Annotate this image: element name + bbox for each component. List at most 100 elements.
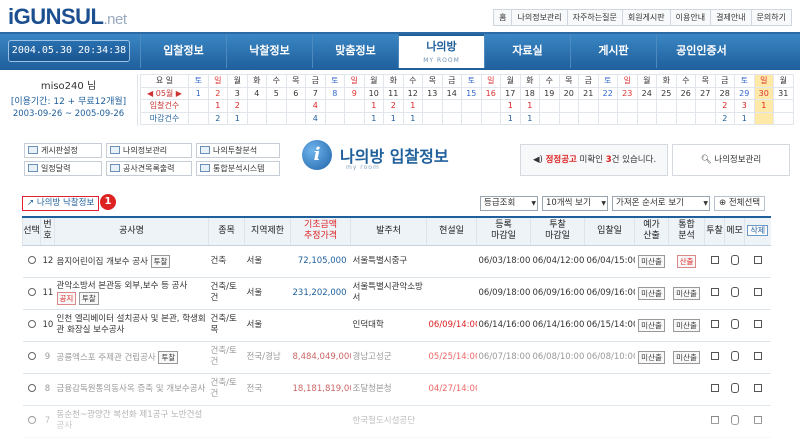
calendar-day[interactable]: 31 [773,86,794,100]
calendar-day[interactable]: 28 [714,86,735,100]
top-link-myinfo[interactable]: 나의정보관리 [511,9,568,26]
bid-checkbox[interactable] [710,352,719,360]
calendar-day[interactable]: 26 [675,86,696,100]
correction-notice[interactable]: ◀) 정정공고 미확인 3건 있습니다. [520,144,668,176]
calendar-day[interactable]: 20 [558,86,579,100]
column-header[interactable]: 삭제 [744,216,771,246]
bid-tag[interactable]: 투찰 [158,350,179,364]
table-row[interactable]: 12 음지어린이집 개보수 공사 투찰 건축 서울 72,105,000 서울특별시중구 0… [22,245,771,278]
calendar-day[interactable]: 25 [656,86,677,100]
delete-checkbox[interactable] [753,416,762,424]
tool-bid-analysis[interactable]: 나의투찰분석 [196,143,280,158]
calendar-day[interactable]: 14 [441,86,462,100]
memo-icon[interactable] [730,351,739,362]
grade-select[interactable]: 등급조회 [480,196,538,211]
analysis-button[interactable]: 산출 [676,254,697,268]
project-name[interactable]: 관악소방서 본관동 외부,보수 등 공사 [57,281,188,291]
calendar-day[interactable]: 7 [305,86,326,100]
calendar-day[interactable]: 4 [246,86,267,100]
row-radio[interactable] [27,320,36,328]
calendar-day[interactable]: 18 [519,86,540,100]
nav-item-custom-info[interactable]: 맞춤정보 [312,34,398,68]
row-radio[interactable] [27,288,36,296]
tool-integrated-analysis[interactable]: 통합분석시스템 [196,161,280,176]
nav-item-certificate[interactable]: 공인인증서 [656,34,746,68]
calendar-day[interactable]: 16 [480,86,501,100]
order-select[interactable]: 가져온 순서로 보기 [612,196,710,211]
table-row[interactable]: 7 동순천~광양간 복선화 제1공구 노반건설공사 한국철도시설공단 [22,405,771,438]
project-name[interactable]: 동순천~광양간 복선화 제1공구 노반건설공사 [57,410,203,431]
calendar-day[interactable]: 3 [227,86,248,100]
estimate-button[interactable]: 미산출 [638,350,665,364]
project-name[interactable]: 금융감독원통의동사옥 증축 및 개보수공사 [57,384,206,394]
estimate-button[interactable]: 미산출 [638,254,665,268]
row-radio[interactable] [27,416,36,424]
row-radio[interactable] [27,352,36,360]
bid-tag[interactable]: 투찰 [79,292,99,305]
delete-checkbox[interactable] [753,320,762,328]
tool-my-info[interactable]: 나의정보관리 [106,143,192,158]
project-name[interactable]: 음지어린이집 개보수 공사 [57,257,148,267]
bid-checkbox[interactable] [710,320,719,328]
top-link-faq[interactable]: 자주하는질문 [566,9,623,26]
project-name[interactable]: 인천 엘리베이터 설치공사 및 본관, 학생회관 화장실 보수공사 [57,314,206,335]
tool-board-settings[interactable]: 게시판설정 [24,143,102,158]
delete-checkbox[interactable] [753,384,762,392]
memo-icon[interactable] [730,319,739,330]
my-info-button[interactable]: 🔍︎ 나의정보관리 [672,144,790,176]
top-link-home[interactable]: 홈 [493,9,513,26]
calendar-day[interactable]: 2 [207,86,228,100]
analysis-button[interactable]: 미산출 [673,318,700,332]
memo-icon[interactable] [730,383,739,394]
table-row[interactable]: 11 관악소방서 본관동 외부,보수 등 공사 공지 투찰 건축/토건 서울 231,2… [22,277,771,310]
table-row[interactable]: 10 인천 엘리베이터 설치공사 및 본관, 학생회관 화장실 보수공사 건축/토목… [22,309,771,342]
bid-tag[interactable]: 투찰 [150,254,171,268]
delete-checkbox[interactable] [753,288,762,296]
page-size-select[interactable]: 10개씩 보기 [542,196,608,211]
row-radio[interactable] [27,384,36,392]
bid-checkbox[interactable] [710,384,719,392]
calendar-day[interactable]: 23 [617,86,638,100]
estimate-button[interactable]: 미산출 [638,286,665,300]
calendar-day[interactable]: 21 [578,86,599,100]
calendar-day[interactable]: 22 [597,86,618,100]
delete-checkbox[interactable] [753,352,762,360]
select-all-button[interactable]: ⊕ 전체선택 [714,196,766,211]
table-row[interactable]: 8 금융감독원통의동사옥 증축 및 개보수공사 건축/토건 전국 18,181,819,… [22,373,771,406]
calendar-day[interactable]: 19 [539,86,560,100]
calendar-day[interactable]: 1 [188,86,209,100]
delete-button[interactable]: 삭제 [747,225,769,237]
analysis-button[interactable]: 미산출 [673,286,700,300]
top-link-guide[interactable]: 이용안내 [669,9,712,26]
tool-print-list[interactable]: 공사견목록출력 [106,161,192,176]
top-link-contact[interactable]: 문의하기 [750,9,792,26]
calendar-day[interactable]: 13 [422,86,443,100]
calendar-day[interactable]: 8 [324,86,345,100]
bid-checkbox[interactable] [710,256,719,264]
calendar-day[interactable]: 10 [363,86,384,100]
calendar-day[interactable]: 30 [753,86,774,100]
memo-icon[interactable] [730,255,739,266]
table-row[interactable]: 9 공룡엑스포 주제관 건립공사 투찰 건축/토건 전국/경남 8,484,049,00… [22,341,771,374]
calendar-month-nav[interactable]: ◀ 05월 ▶ [140,86,189,100]
tool-calendar[interactable]: 일정달력 [24,161,102,176]
nav-item-board[interactable]: 게시판 [570,34,656,68]
bid-checkbox[interactable] [710,416,719,424]
nav-item-bid-info[interactable]: 입찰정보 [140,34,226,68]
my-award-link[interactable]: ↗ 나의방 낙찰정보 [22,196,100,211]
bid-checkbox[interactable] [710,288,719,296]
top-link-board[interactable]: 회원게시판 [621,9,671,26]
delete-checkbox[interactable] [753,256,762,264]
nav-item-library[interactable]: 자료실 [484,34,570,68]
estimate-button[interactable]: 미산출 [638,318,665,332]
row-radio[interactable] [27,256,36,264]
calendar-day[interactable]: 11 [383,86,404,100]
project-name[interactable]: 공룡엑스포 주제관 건립공사 [57,353,156,363]
calendar-day[interactable]: 5 [266,86,287,100]
calendar-day[interactable]: 12 [402,86,423,100]
top-link-payment[interactable]: 결제안내 [710,9,752,26]
calendar-day[interactable]: 29 [734,86,755,100]
notice-tag[interactable]: 공지 [56,292,77,305]
calendar-day[interactable]: 27 [695,86,716,100]
calendar-day[interactable]: 24 [636,86,657,100]
